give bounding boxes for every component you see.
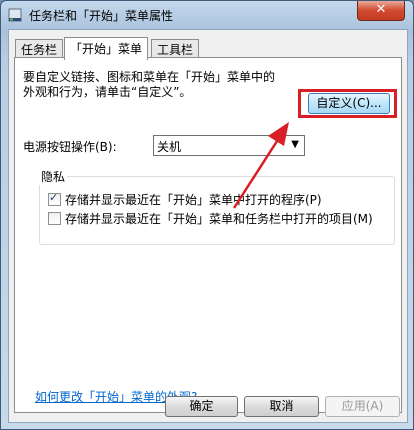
annotation-arrow (232, 122, 289, 209)
tab-start-menu[interactable]: 「开始」菜单 (64, 37, 149, 60)
arrow-head-icon (268, 122, 289, 146)
